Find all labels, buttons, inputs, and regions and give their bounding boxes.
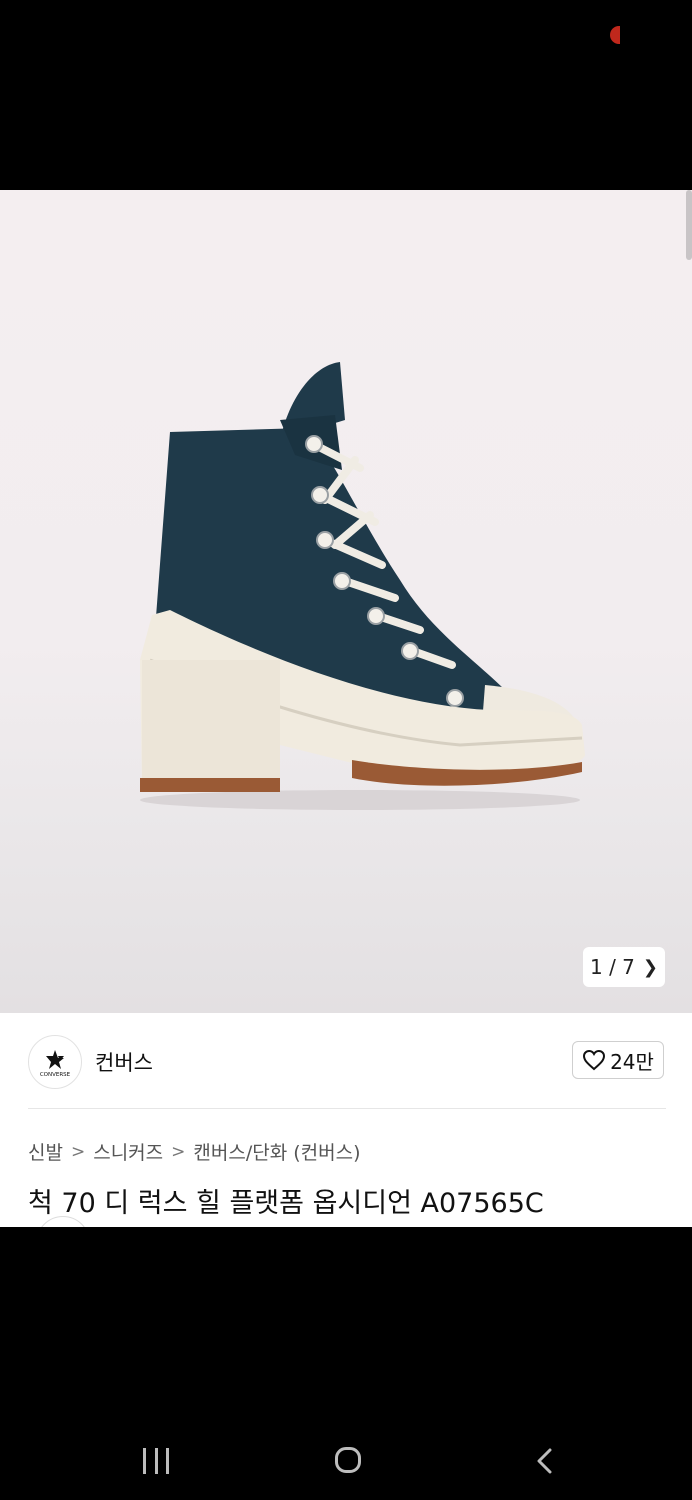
converse-logo-icon: CONVERSE [40,1050,71,1078]
brand-name[interactable]: 컨버스 [95,1047,153,1077]
chevron-right-icon: > [171,1141,186,1162]
brand-logo[interactable]: CONVERSE [28,1035,82,1089]
image-counter-text: 1 / 7 [590,955,635,979]
breadcrumb-item-shoes[interactable]: 신발 [28,1138,63,1165]
product-title: 척 70 디 럭스 힐 플랫폼 옵시디언 A07565C [28,1188,544,1219]
heart-icon [583,1049,606,1071]
status-bar [0,0,692,190]
breadcrumb-item-canvas[interactable]: 캔버스/단화 (컨버스) [193,1138,360,1165]
recording-indicator-icon [610,26,620,44]
like-button[interactable]: 24만 [572,1041,664,1079]
home-icon[interactable] [335,1447,361,1473]
recent-apps-icon[interactable] [143,1448,169,1474]
image-counter-button[interactable]: 1 / 7 ❯ [583,947,665,987]
breadcrumb: 신발 > 스니커즈 > 캔버스/단화 (컨버스) [28,1138,361,1165]
like-count: 24만 [610,1049,654,1074]
scrollbar[interactable] [686,190,692,260]
breadcrumb-item-sneakers[interactable]: 스니커즈 [93,1138,163,1165]
product-image-gallery[interactable]: 1 / 7 ❯ [0,190,692,1013]
back-icon[interactable] [533,1448,559,1474]
chevron-right-icon: > [70,1141,86,1162]
chevron-right-icon: ❯ [642,956,658,978]
system-nav-bar [0,1420,692,1500]
brand-logo-text: CONVERSE [40,1072,71,1078]
product-info: CONVERSE 컨버스 24만 신발 > 스니커즈 > 캔버스/단화 (컨버스… [0,1013,692,1227]
divider [28,1108,666,1109]
product-image [140,362,585,810]
